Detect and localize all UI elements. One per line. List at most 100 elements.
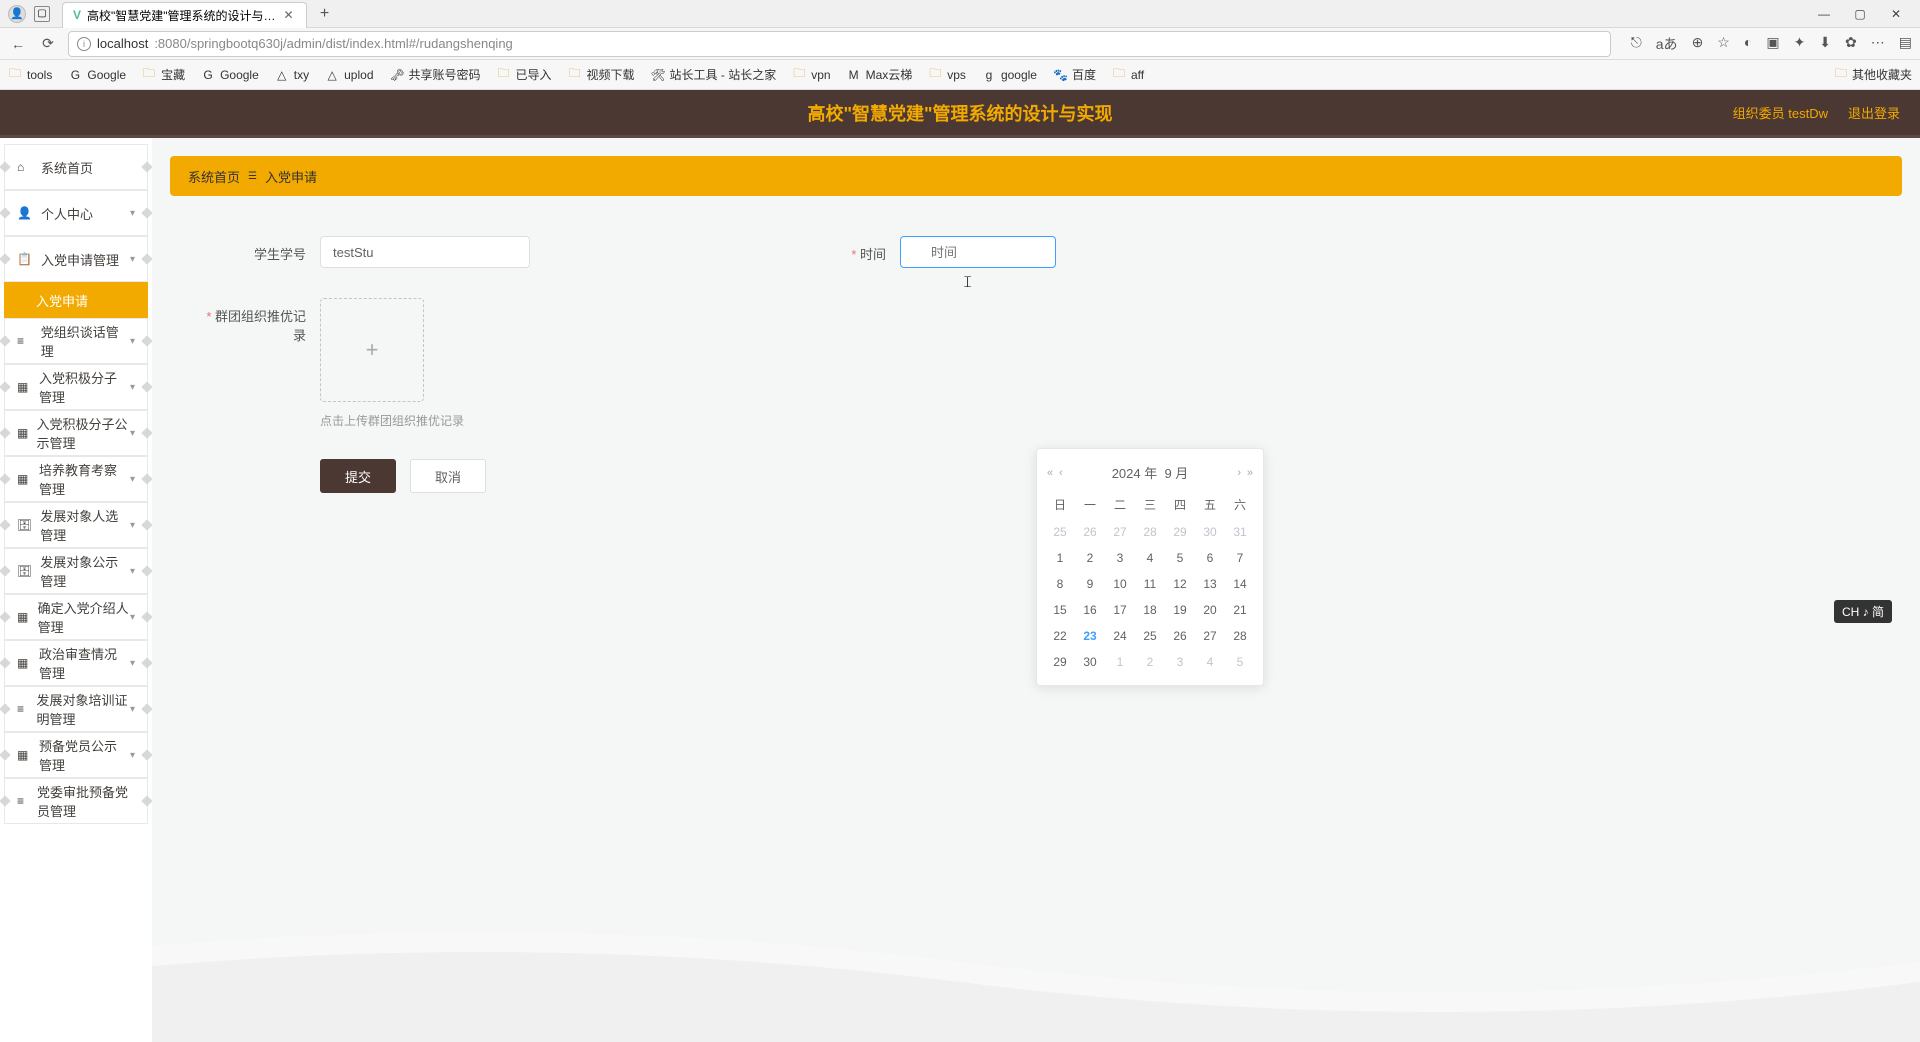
ext1-icon[interactable]: ◐: [1744, 34, 1752, 54]
maximize-icon[interactable]: ▢: [1850, 7, 1870, 21]
refresh-button[interactable]: ⟳: [38, 35, 58, 52]
date-cell[interactable]: 25: [1045, 519, 1075, 545]
profile-icon[interactable]: 👤: [8, 5, 26, 23]
bookmark-item[interactable]: ggoogle: [982, 64, 1037, 85]
date-cell[interactable]: 12: [1165, 571, 1195, 597]
browser-tab[interactable]: V 高校"智慧党建"管理系统的设计与… ✕: [62, 2, 307, 28]
bookmark-item[interactable]: 🗀vpn: [792, 64, 830, 85]
date-cell[interactable]: 1: [1105, 649, 1135, 675]
date-cell[interactable]: 14: [1225, 571, 1255, 597]
bookmark-item[interactable]: 🗀tools: [8, 64, 52, 85]
sidebar-item[interactable]: ▦入党积极分子公示管理▾: [4, 410, 148, 456]
date-cell[interactable]: 9: [1075, 571, 1105, 597]
prev-year-icon[interactable]: «: [1047, 467, 1053, 479]
prev-month-icon[interactable]: ‹: [1059, 467, 1063, 479]
sidebar-item[interactable]: ≡党委审批预备党员管理: [4, 778, 148, 824]
time-input[interactable]: [900, 236, 1056, 268]
date-cell[interactable]: 30: [1195, 519, 1225, 545]
date-cell[interactable]: 5: [1225, 649, 1255, 675]
new-tab-button[interactable]: +: [313, 5, 337, 23]
download-icon[interactable]: ⬇: [1819, 34, 1831, 54]
date-cell[interactable]: 2: [1135, 649, 1165, 675]
bookmark-item[interactable]: 🛠站长工具 - 站长之家: [651, 64, 777, 85]
date-cell[interactable]: 15: [1045, 597, 1075, 623]
more-icon[interactable]: ⋯: [1871, 34, 1885, 54]
sidebar-item[interactable]: ≡党组织谈话管理▾: [4, 318, 148, 364]
date-cell[interactable]: 28: [1135, 519, 1165, 545]
date-cell[interactable]: 27: [1195, 623, 1225, 649]
bookmark-item[interactable]: 🗝共享账号密码: [390, 64, 481, 85]
date-cell[interactable]: 13: [1195, 571, 1225, 597]
date-cell[interactable]: 22: [1045, 623, 1075, 649]
sidebar-item[interactable]: ⌂系统首页: [4, 144, 148, 190]
date-cell[interactable]: 30: [1075, 649, 1105, 675]
date-cell[interactable]: 26: [1075, 519, 1105, 545]
submit-button[interactable]: 提交: [320, 459, 396, 493]
date-cell[interactable]: 7: [1225, 545, 1255, 571]
sidebar-item[interactable]: 🗄发展对象公示管理▾: [4, 548, 148, 594]
date-cell[interactable]: 5: [1165, 545, 1195, 571]
next-year-icon[interactable]: »: [1247, 467, 1253, 479]
sidebar-item[interactable]: ▦政治审查情况管理▾: [4, 640, 148, 686]
sidebar-item[interactable]: ▦确定入党介绍人管理▾: [4, 594, 148, 640]
close-tab-icon[interactable]: ✕: [282, 8, 296, 22]
date-cell[interactable]: 27: [1105, 519, 1135, 545]
sidebar-item[interactable]: ▦入党积极分子管理▾: [4, 364, 148, 410]
translate-icon[interactable]: aあ: [1656, 34, 1678, 54]
date-cell[interactable]: 29: [1045, 649, 1075, 675]
bookmark-item[interactable]: 🗀宝藏: [142, 64, 185, 85]
bookmark-item[interactable]: 🗀vps: [928, 64, 966, 85]
favorites-bar-icon[interactable]: ✦: [1794, 34, 1806, 54]
user-label[interactable]: 组织委员 testDw: [1733, 103, 1828, 122]
sidebar-subitem-active[interactable]: 入党申请: [4, 282, 148, 318]
date-cell[interactable]: 21: [1225, 597, 1255, 623]
date-cell[interactable]: 28: [1225, 623, 1255, 649]
breadcrumb-home[interactable]: 系统首页: [188, 167, 240, 186]
date-cell[interactable]: 20: [1195, 597, 1225, 623]
datepicker-year[interactable]: 2024 年: [1112, 463, 1158, 482]
bookmark-item[interactable]: GGoogle: [68, 64, 126, 85]
cancel-button[interactable]: 取消: [410, 459, 486, 493]
date-cell[interactable]: 16: [1075, 597, 1105, 623]
address-bar[interactable]: i localhost:8080/springbootq630j/admin/d…: [68, 31, 1611, 57]
date-cell[interactable]: 19: [1165, 597, 1195, 623]
zoom-icon[interactable]: ⊕: [1692, 34, 1704, 54]
sidebar-item[interactable]: ≡发展对象培训证明管理▾: [4, 686, 148, 732]
upload-box[interactable]: +: [320, 298, 424, 402]
date-cell[interactable]: 17: [1105, 597, 1135, 623]
collections-icon[interactable]: ▣: [1766, 34, 1779, 54]
close-window-icon[interactable]: ✕: [1886, 7, 1906, 21]
bookmark-item[interactable]: 🗀视频下载: [568, 64, 635, 85]
next-month-icon[interactable]: ›: [1237, 467, 1241, 479]
date-cell[interactable]: 18: [1135, 597, 1165, 623]
date-cell[interactable]: 10: [1105, 571, 1135, 597]
date-cell[interactable]: 24: [1105, 623, 1135, 649]
bookmark-item[interactable]: △txy: [275, 64, 309, 85]
sidebar-item[interactable]: 👤个人中心▾: [4, 190, 148, 236]
logout-link[interactable]: 退出登录: [1848, 103, 1900, 122]
date-cell[interactable]: 3: [1165, 649, 1195, 675]
date-cell[interactable]: 23: [1075, 623, 1105, 649]
tab-overview-icon[interactable]: ▢: [34, 6, 50, 22]
bookmark-item[interactable]: 🗀aff: [1112, 64, 1144, 85]
student-id-input[interactable]: [320, 236, 530, 268]
date-cell[interactable]: 8: [1045, 571, 1075, 597]
other-bookmarks[interactable]: 🗀 其他收藏夹: [1835, 64, 1912, 85]
sidebar-item[interactable]: 🗄发展对象人选管理▾: [4, 502, 148, 548]
sidebar-item[interactable]: ▦预备党员公示管理▾: [4, 732, 148, 778]
sidebar-item[interactable]: ▦培养教育考察管理▾: [4, 456, 148, 502]
datepicker-month[interactable]: 9 月: [1164, 463, 1188, 482]
minimize-icon[interactable]: —: [1814, 7, 1834, 21]
date-cell[interactable]: 6: [1195, 545, 1225, 571]
bookmark-item[interactable]: GGoogle: [201, 64, 259, 85]
date-cell[interactable]: 4: [1195, 649, 1225, 675]
bookmark-item[interactable]: 🗀已导入: [497, 64, 552, 85]
bookmark-item[interactable]: 🐾百度: [1053, 64, 1096, 85]
date-cell[interactable]: 11: [1135, 571, 1165, 597]
reader-icon[interactable]: ⎋: [1631, 34, 1642, 54]
date-cell[interactable]: 29: [1165, 519, 1195, 545]
date-cell[interactable]: 25: [1135, 623, 1165, 649]
date-cell[interactable]: 2: [1075, 545, 1105, 571]
date-cell[interactable]: 31: [1225, 519, 1255, 545]
date-cell[interactable]: 26: [1165, 623, 1195, 649]
